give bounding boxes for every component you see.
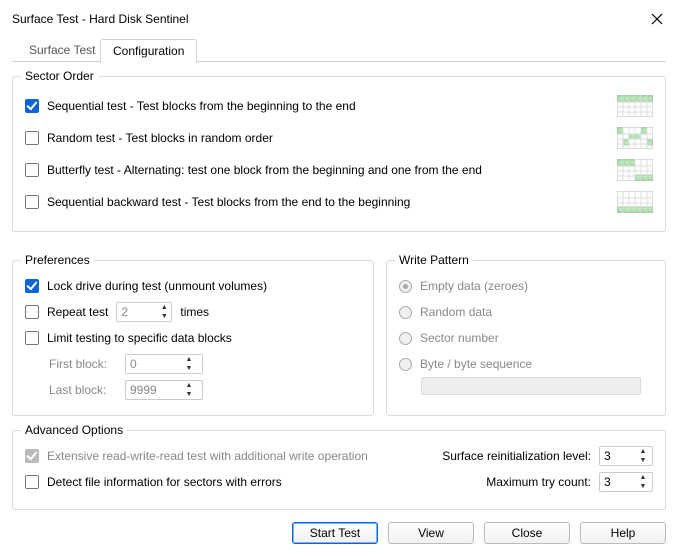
label-byte-sequence: Byte / byte sequence (420, 357, 532, 371)
help-button[interactable]: Help (580, 522, 666, 544)
label-reinit-level: Surface reinitialization level: (442, 449, 591, 463)
spin-up-icon[interactable]: ▲ (636, 447, 650, 456)
label-max-try-count: Maximum try count: (486, 475, 591, 489)
content-area: Surface Test Configuration Sector Order … (0, 36, 678, 510)
input-repeat-count[interactable] (117, 303, 157, 321)
label-random-test: Random test - Test blocks in random orde… (47, 131, 273, 145)
window-title: Surface Test - Hard Disk Sentinel (12, 12, 189, 26)
group-preferences: Preferences Lock drive during test (unmo… (12, 260, 374, 416)
label-lock-drive: Lock drive during test (unmount volumes) (47, 279, 267, 293)
checkbox-repeat-test[interactable] (25, 305, 39, 319)
radio-empty-data (399, 280, 412, 293)
radio-random-data (399, 306, 412, 319)
label-first-block: First block: (49, 357, 117, 371)
checkbox-sequential-test[interactable] (25, 99, 39, 113)
checkbox-detect-file-info[interactable] (25, 475, 39, 489)
row-butterfly-test: Butterfly test - Alternating: test one b… (25, 155, 653, 185)
pattern-icon-sequential (617, 95, 653, 117)
spin-down-icon[interactable]: ▼ (636, 456, 650, 465)
row-random-test: Random test - Test blocks in random orde… (25, 123, 653, 153)
spin-up-icon[interactable]: ▲ (157, 303, 171, 312)
input-last-block[interactable] (126, 381, 182, 399)
group-title-sector-order: Sector Order (21, 69, 98, 83)
spin-down-icon[interactable]: ▼ (182, 390, 196, 399)
checkbox-extensive-test (25, 449, 39, 463)
label-last-block: Last block: (49, 383, 117, 397)
label-sequential-test: Sequential test - Test blocks from the b… (47, 99, 356, 113)
row-backward-test: Sequential backward test - Test blocks f… (25, 187, 653, 217)
input-first-block[interactable] (126, 355, 182, 373)
label-repeat-test: Repeat test (47, 305, 108, 319)
group-title-write-pattern: Write Pattern (395, 253, 473, 267)
spinner-repeat-count[interactable]: ▲▼ (116, 302, 172, 322)
spinner-first-block[interactable]: ▲▼ (125, 354, 203, 374)
group-write-pattern: Write Pattern Empty data (zeroes) Random… (386, 260, 666, 416)
label-extensive-test: Extensive read-write-read test with addi… (47, 449, 368, 463)
spin-up-icon[interactable]: ▲ (182, 381, 196, 390)
spin-up-icon[interactable]: ▲ (182, 355, 196, 364)
tab-strip: Surface Test Configuration (12, 38, 666, 62)
dialog-footer: Start Test View Close Help (0, 510, 678, 558)
group-title-preferences: Preferences (21, 253, 94, 267)
checkbox-butterfly-test[interactable] (25, 163, 39, 177)
label-limit-blocks: Limit testing to specific data blocks (47, 331, 232, 345)
close-button[interactable]: Close (484, 522, 570, 544)
spinner-reinit-level[interactable]: ▲▼ (599, 446, 653, 466)
label-butterfly-test: Butterfly test - Alternating: test one b… (47, 163, 482, 177)
group-advanced-options: Advanced Options Extensive read-write-re… (12, 430, 666, 510)
group-title-advanced: Advanced Options (21, 423, 127, 437)
input-max-try-count[interactable] (600, 473, 636, 491)
spin-down-icon[interactable]: ▼ (636, 482, 650, 491)
spin-down-icon[interactable]: ▼ (157, 312, 171, 321)
label-sector-number: Sector number (420, 331, 499, 345)
spin-down-icon[interactable]: ▼ (182, 364, 196, 373)
dialog-window: Surface Test - Hard Disk Sentinel Surfac… (0, 0, 678, 522)
checkbox-backward-test[interactable] (25, 195, 39, 209)
label-detect-file-info: Detect file information for sectors with… (47, 475, 282, 489)
spin-up-icon[interactable]: ▲ (636, 473, 650, 482)
label-times: times (180, 305, 209, 319)
label-empty-data: Empty data (zeroes) (420, 279, 528, 293)
input-reinit-level[interactable] (600, 447, 636, 465)
mid-row: Preferences Lock drive during test (unmo… (12, 246, 666, 416)
spinner-last-block[interactable]: ▲▼ (125, 380, 203, 400)
pattern-icon-butterfly (617, 159, 653, 181)
radio-sector-number (399, 332, 412, 345)
checkbox-limit-blocks[interactable] (25, 331, 39, 345)
tab-surface-test[interactable]: Surface Test (16, 38, 108, 62)
group-sector-order: Sector Order Sequential test - Test bloc… (12, 76, 666, 232)
pattern-icon-backward (617, 191, 653, 213)
pattern-icon-random (617, 127, 653, 149)
close-icon[interactable] (646, 8, 668, 30)
tab-configuration[interactable]: Configuration (100, 39, 197, 63)
spinner-max-try-count[interactable]: ▲▼ (599, 472, 653, 492)
label-backward-test: Sequential backward test - Test blocks f… (47, 195, 410, 209)
titlebar: Surface Test - Hard Disk Sentinel (0, 0, 678, 36)
checkbox-lock-drive[interactable] (25, 279, 39, 293)
checkbox-random-test[interactable] (25, 131, 39, 145)
start-test-button[interactable]: Start Test (292, 522, 378, 544)
label-random-data: Random data (420, 305, 492, 319)
radio-byte-sequence (399, 358, 412, 371)
row-sequential-test: Sequential test - Test blocks from the b… (25, 91, 653, 121)
view-button[interactable]: View (388, 522, 474, 544)
input-byte-sequence (421, 377, 641, 395)
